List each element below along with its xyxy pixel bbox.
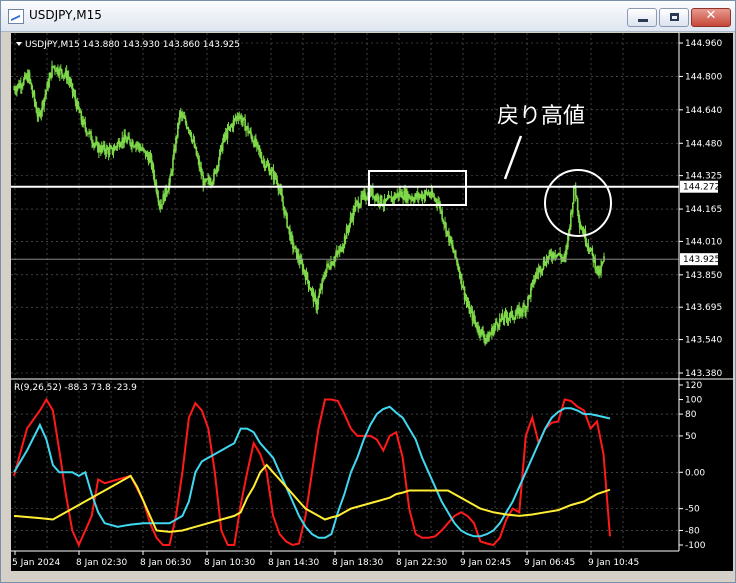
indicator-axis-label: 100 [685,396,702,406]
price-axis-label: 144.640 [685,106,722,116]
price-axis-label: 144.480 [685,139,722,149]
chart-canvas[interactable]: 戻り高値 USDJPY,M15 143.880 143.930 143.860 … [11,33,733,571]
minimize-button[interactable] [627,8,657,27]
price-axis-label: 143.380 [685,369,722,379]
candle-body [217,159,220,167]
indicator-axis-labels: 120 100 80 50 0.00 -50 -80 -100 [679,381,706,551]
time-axis-label: 9 Jan 02:45 [460,558,511,568]
price-axis-label: 144.800 [685,72,722,82]
candle-body [591,248,594,254]
rci-line [13,397,611,548]
title-bar[interactable]: USDJPY,M15 ✕ [1,1,735,32]
candle-body [257,142,259,146]
indicator-axis-label: 0.00 [685,468,705,478]
indicator-axis-label: 120 [685,381,702,391]
candle-body [45,90,47,95]
horizontal-line-price-text: 144.272 [683,183,720,193]
price-axis-label: 144.165 [685,205,722,215]
chart-window-icon [8,9,24,24]
candle-body [282,201,284,207]
candle-body [221,142,224,152]
candle-body [460,273,463,286]
time-axis-label: 8 Jan 22:30 [396,558,448,568]
rci-indicator-lines [13,397,611,548]
indicator-axis-label: -80 [685,526,700,536]
time-axis-label: 9 Jan 06:45 [524,558,575,568]
time-axis-label: 8 Jan 06:30 [140,558,192,568]
candle-body [603,256,605,262]
minimize-icon [638,19,648,22]
annotation-text: 戻り高値 [497,104,585,129]
indicator-axis-label: 50 [685,432,697,442]
price-axis-label: 144.010 [685,237,722,247]
candle-body [116,143,119,148]
candle-body [386,198,389,200]
candle-body [295,246,297,248]
candle-body [514,315,517,320]
annotation-arrow [503,135,523,180]
candle-body [112,150,115,154]
chart-area[interactable]: 戻り高値 USDJPY,M15 143.880 143.930 143.860 … [11,33,733,571]
time-axis-labels: 5 Jan 2024 8 Jan 02:30 8 Jan 06:30 8 Jan 10… [12,551,639,568]
chart-info-label: USDJPY,M15 143.880 143.930 143.860 143.9… [25,40,240,50]
candle-body [108,148,111,155]
maximize-button[interactable] [659,8,689,27]
window-title: USDJPY,M15 [29,8,102,22]
time-axis-label: 8 Jan 02:30 [76,558,128,568]
candle-body [380,195,383,205]
candle-body [317,297,320,305]
price-axis-label: 143.540 [685,336,722,346]
close-button[interactable]: ✕ [691,8,731,27]
time-axis-label: 8 Jan 10:30 [204,558,256,568]
indicator-axis-label: -50 [685,505,700,515]
candle-body [570,212,572,228]
price-axis-label: 143.850 [685,271,722,281]
candle-body [306,272,309,281]
candle-body [172,158,174,172]
time-axis-label: 5 Jan 2024 [12,558,60,568]
indicator-axis-label: -100 [685,541,706,551]
current-price-text: 143.925 [683,255,720,265]
candle-body [169,176,171,183]
time-axis-label: 8 Jan 14:30 [268,558,320,568]
candle-body [377,196,380,203]
candle-body [48,78,50,87]
price-axis-label: 143.695 [685,303,722,313]
time-axis-label: 8 Jan 18:30 [332,558,384,568]
app-window: USDJPY,M15 ✕ 戻り高値 USDJPY,M15 143.880 143… [0,0,736,583]
maximize-icon [670,13,679,21]
candle-body [572,187,575,203]
candle-body [28,72,31,80]
indicator-axis-label: 80 [685,410,697,420]
candle-body [60,69,63,74]
candle-body [441,210,443,220]
dropdown-triangle-icon[interactable] [16,42,22,46]
candle-body [286,213,288,228]
price-axis-label: 144.325 [685,172,722,182]
candle-body [571,202,574,213]
candle-body [576,198,579,212]
candle-body [474,320,477,323]
price-axis-label: 144.960 [685,39,722,49]
time-axis-label: 9 Jan 10:45 [588,558,639,568]
candle-body [166,192,168,194]
candle-body [454,250,457,259]
indicator-label: R(9,26,52) -88.3 73.8 -23.9 [14,383,137,393]
close-icon: ✕ [705,8,717,23]
